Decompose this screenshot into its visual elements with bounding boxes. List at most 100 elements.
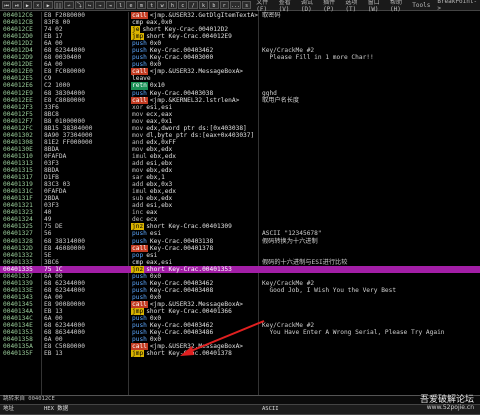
menu-item[interactable]: Tools: [409, 2, 433, 9]
instruction-disasm: imul ebx,edx: [131, 188, 176, 195]
instruction-row[interactable]: 004012EE E8 C8080000 call <jmp.&KERNEL32.ls…: [0, 96, 480, 104]
instruction-row[interactable]: 004012F5 8BC8 mov ecx,eax: [0, 111, 480, 118]
instruction-row[interactable]: 00401319 83C3 03 add ebx,0x3: [0, 181, 480, 188]
instruction-row[interactable]: 00401353 68 86344000 push Key-Crac.00403486…: [0, 329, 480, 336]
instruction-row[interactable]: 004012D2 6A 00 push 0x0: [0, 40, 480, 47]
instruction-operands: esi,ebx: [146, 202, 173, 210]
toolbar-button[interactable]: ...: [229, 1, 241, 9]
instruction-row[interactable]: 00401313 03F3 add esi,ebx: [0, 160, 480, 167]
toolbar-button[interactable]: e: [126, 1, 136, 9]
instruction-hex: 0FAFDA: [44, 152, 67, 160]
status-line: 跳转来自 004012CE: [3, 396, 55, 402]
toolbar-button[interactable]: ⏮: [2, 1, 12, 9]
toolbar-button[interactable]: r: [219, 1, 229, 9]
toolbar-button[interactable]: ⏯: [12, 1, 22, 9]
instruction-row[interactable]: 004012CB 83F8 00 cmp eax,0x0: [0, 19, 480, 26]
toolbar-button[interactable]: ⤵: [74, 1, 84, 9]
instruction-row[interactable]: 00401339 68 62344000 push Key-Crac.00403462…: [0, 280, 480, 287]
instruction-row[interactable]: 004012C6 E8 F2080000 call <jmp.&USER32.GetD…: [0, 12, 480, 20]
instruction-row[interactable]: 004012D9 68 0030400 push Key-Crac.00403000 …: [0, 54, 480, 61]
instruction-address: 0040131C: [3, 188, 33, 196]
instruction-opcode: xor: [132, 103, 144, 111]
instruction-comment: 假码的十六进制与ESI进行比较: [262, 258, 348, 266]
instruction-row[interactable]: 0040134E 68 62344000 push Key-Crac.00403462…: [0, 322, 480, 329]
toolbar-button[interactable]: t: [147, 1, 157, 9]
toolbar-button[interactable]: /: [188, 1, 198, 9]
instruction-operands: short Key-Crac.004012D2: [142, 26, 229, 34]
instruction-address: 00401315: [3, 167, 33, 175]
instruction-row[interactable]: 00401358 6A 00 push 0x0: [0, 336, 480, 343]
instruction-row[interactable]: 0040131C 0FAFDA imul ebx,edx: [0, 188, 480, 195]
toolbar-button[interactable]: k: [198, 1, 209, 9]
toolbar-button[interactable]: ▶: [43, 1, 53, 9]
instruction-row[interactable]: 00401323 40 inc eax: [0, 209, 480, 216]
instruction-row[interactable]: 004012DE 6A 00 push 0x0: [0, 61, 480, 68]
instruction-comment: Good Job, I Wish You the Very Best: [262, 286, 397, 294]
instruction-row[interactable]: 00401317 D1FB sar ebx,1: [0, 174, 480, 181]
toolbar-button[interactable]: c: [178, 1, 188, 9]
instruction-row[interactable]: 004012D0 EB 17 jmp short Key-Crac.004012E9: [0, 33, 480, 41]
toolbar-button[interactable]: s: [241, 1, 252, 9]
instruction-row[interactable]: 00401321 03F3 add esi,ebx: [0, 202, 480, 209]
instruction-row[interactable]: 004012E9 68 38304000 push Key-Crac.00403038…: [0, 90, 480, 97]
toolbar-button[interactable]: ↪: [84, 1, 95, 9]
instruction-row[interactable]: 00401337 6A 00 push 0x0: [0, 273, 480, 280]
dump-col-address[interactable]: 地址: [3, 405, 14, 413]
instruction-row[interactable]: 00401333 3BC6 cmp eax,esi 假码的十六进制与ESI进行比较: [0, 259, 480, 266]
instruction-row[interactable]: 00401345 E8 90080000 call <jmp.&USER32.Mess…: [0, 300, 480, 308]
toolbar-button[interactable]: ▶: [22, 1, 33, 9]
disassembly-pane[interactable]: 004012C6 E8 F2080000 call <jmp.&USER32.GetD…: [0, 12, 480, 395]
instruction-row[interactable]: 0040134C 6A 00 push 0x0: [0, 315, 480, 322]
instruction-row[interactable]: 00401325 75 DE jnz short Key-Crac.00401309: [0, 223, 480, 231]
toolbar-button[interactable]: ↩: [64, 1, 74, 9]
instruction-row[interactable]: 004012F3 33F6 xor esi,esi: [0, 104, 480, 111]
instruction-hex: 6A 00: [44, 272, 63, 280]
instruction-row[interactable]: 00401302 8A90 37304000 mov dl,byte ptr ds:[…: [0, 132, 480, 139]
instruction-address: 004012E9: [3, 89, 33, 97]
instruction-hex: 6A 00: [44, 336, 63, 344]
toolbar-button[interactable]: ⇥: [105, 1, 115, 9]
instruction-row[interactable]: 004012E0 E8 FC080000 call <jmp.&USER32.Mess…: [0, 68, 480, 76]
instruction-row[interactable]: 0040132D E8 46080000 call Key-Crac.00401378: [0, 244, 480, 252]
dump-col-ascii[interactable]: ASCII: [262, 405, 279, 413]
toolbar-button[interactable]: l: [115, 1, 126, 9]
instruction-row[interactable]: 004012F7 B8 01000000 mov eax,0x1: [0, 118, 480, 125]
instruction-row[interactable]: 0040135F EB 13 jmp short Key-Crac.00401378: [0, 350, 480, 358]
dump-col-hex[interactable]: HEX 数据: [44, 405, 68, 413]
instruction-row[interactable]: 0040130E 8BDA mov ebx,edx: [0, 146, 480, 153]
instruction-address: 004012D0: [3, 33, 33, 41]
instruction-row[interactable]: 004012FC 8B15 38304000 mov edx,dword ptr ds…: [0, 125, 480, 132]
instruction-row[interactable]: 004012E5 C9 leave: [0, 75, 480, 82]
toolbar-button[interactable]: w: [157, 1, 167, 9]
instruction-row[interactable]: 0040131F 2BDA sub ebx,edx: [0, 195, 480, 202]
instruction-address: 00401332: [3, 251, 33, 259]
instruction-row[interactable]: 0040135A E8 C5080000 call <jmp.&USER32.Mess…: [0, 343, 480, 351]
instruction-address: 004012EE: [3, 96, 33, 104]
toolbar-button[interactable]: h: [167, 1, 178, 9]
instruction-row[interactable]: 00401328 68 38314000 push Key-Crac.00403138…: [0, 238, 480, 245]
instruction-row[interactable]: 00401308 81E2 FF000000 and edx,0xFF: [0, 139, 480, 146]
selected-instruction-row[interactable]: 00401335 75 1C jnz short Key-Crac.00401353: [0, 265, 480, 273]
instruction-row[interactable]: 00401343 6A 00 push 0x0: [0, 294, 480, 301]
toolbar-button[interactable]: ×: [33, 1, 43, 9]
instruction-row[interactable]: 00401327 56 push esi ASCII "12345678": [0, 230, 480, 237]
instruction-row[interactable]: 00401332 5E pop esi: [0, 252, 480, 259]
instruction-row[interactable]: 0040133E 68 62344000 push Key-Crac.00403408…: [0, 287, 480, 294]
instruction-row[interactable]: 00401315 8BDA mov ebx,edx: [0, 167, 480, 174]
instruction-row[interactable]: 004012E6 C2 1000 retn 0x10: [0, 82, 480, 90]
instruction-hex: 68 38314000: [44, 237, 85, 245]
instruction-row[interactable]: 0040134A EB 13 jmp short Key-Crac.00401366: [0, 307, 480, 316]
instruction-row[interactable]: 004012D4 68 62344000 push Key-Crac.00403462…: [0, 47, 480, 54]
toolbar-button[interactable]: b: [209, 1, 219, 9]
instruction-row[interactable]: 00401310 0FAFDA imul ebx,edx: [0, 153, 480, 160]
instruction-row[interactable]: 004012CE 74 02 je short Key-Crac.004012D2: [0, 26, 480, 34]
toolbar-button[interactable]: m: [136, 1, 147, 9]
instruction-hex: EB 13: [44, 350, 63, 358]
instruction-row[interactable]: 00401324 49 dec ecx: [0, 216, 480, 223]
instruction-disasm: push 0x0: [131, 315, 161, 322]
instruction-hex: 0FAFDA: [44, 188, 67, 196]
toolbar-button[interactable]: ||: [53, 1, 64, 9]
toolbar-button[interactable]: →: [95, 1, 105, 9]
menu-item[interactable]: BreakPoint->: [434, 0, 480, 12]
instruction-hex: 83C3 03: [44, 181, 71, 189]
